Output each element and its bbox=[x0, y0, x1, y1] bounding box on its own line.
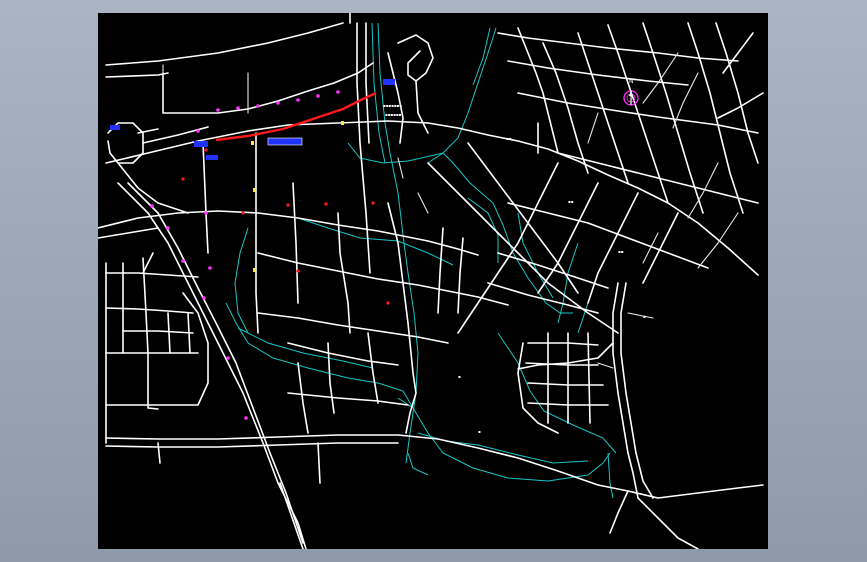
svg-text:▪: ▪ bbox=[458, 374, 461, 379]
svg-text:▪: ▪ bbox=[643, 314, 646, 319]
svg-text:▪▪: ▪▪ bbox=[618, 249, 624, 254]
station-marker-icon bbox=[181, 259, 185, 263]
drawing-viewport[interactable]: ▪▪▪▪▪▪▪ ▪▪▪▪▪▪ ▪▪ ▪▪ ▪▪ ▪ ▪ ▪ N bbox=[98, 13, 768, 549]
legend-box bbox=[267, 137, 303, 146]
station-marker-icon bbox=[276, 101, 280, 105]
station-marker-icon bbox=[204, 211, 208, 215]
station-marker-icon bbox=[336, 90, 340, 94]
local-streets bbox=[162, 52, 739, 369]
station-marker-icon bbox=[236, 106, 240, 110]
red-markers[interactable] bbox=[181, 148, 390, 305]
svg-text:▪▪: ▪▪ bbox=[506, 136, 512, 141]
arterial-roads bbox=[98, 13, 764, 549]
compass-icon: N bbox=[623, 78, 639, 106]
station-marker-icon bbox=[316, 94, 320, 98]
river-network bbox=[225, 22, 617, 499]
compass-label: N bbox=[629, 78, 634, 85]
station-marker-icon bbox=[244, 416, 248, 420]
station-marker-icon bbox=[166, 226, 170, 230]
city-road-network-map[interactable]: ▪▪▪▪▪▪▪ ▪▪▪▪▪▪ ▪▪ ▪▪ ▪▪ ▪ ▪ ▪ N bbox=[98, 13, 768, 549]
street-annotations: ▪▪▪▪▪▪▪ ▪▪▪▪▪▪ ▪▪ ▪▪ ▪▪ ▪ ▪ ▪ bbox=[383, 103, 646, 434]
svg-text:▪: ▪ bbox=[478, 429, 481, 434]
svg-text:▪▪▪▪▪▪: ▪▪▪▪▪▪ bbox=[385, 112, 402, 117]
station-marker-icon bbox=[150, 204, 154, 208]
svg-text:▪▪: ▪▪ bbox=[568, 199, 574, 204]
station-marker-icon bbox=[226, 356, 230, 360]
station-marker-icon bbox=[296, 98, 300, 102]
station-marker-icon bbox=[196, 129, 200, 133]
station-marker-icon bbox=[256, 104, 260, 108]
station-marker-icon bbox=[216, 108, 220, 112]
station-marker-icon bbox=[208, 266, 212, 270]
svg-text:▪▪▪▪▪▪▪: ▪▪▪▪▪▪▪ bbox=[383, 103, 402, 108]
station-markers[interactable] bbox=[150, 90, 340, 420]
station-marker-icon bbox=[202, 296, 206, 300]
